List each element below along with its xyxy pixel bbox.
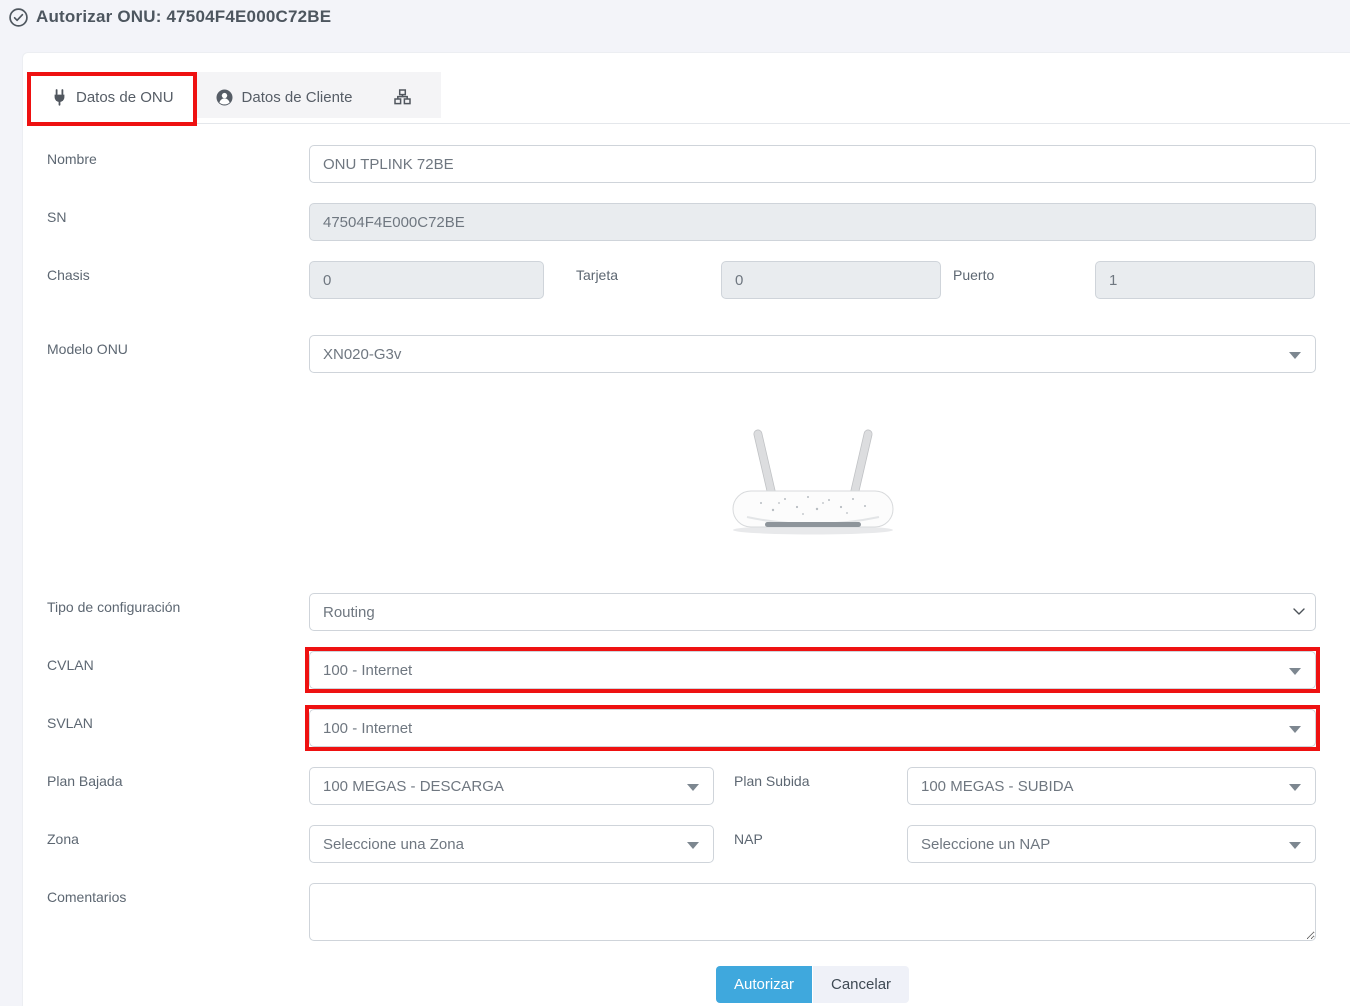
modelo-onu-dropdown[interactable]: XN020-G3v: [309, 335, 1316, 373]
zona-value: Seleccione una Zona: [323, 836, 464, 853]
tarjeta-input: [721, 261, 941, 299]
plan-subida-dropdown[interactable]: 100 MEGAS - SUBIDA: [907, 767, 1316, 805]
caret-down-icon: [1289, 352, 1301, 359]
comentarios-label: Comentarios: [47, 883, 309, 905]
modelo-onu-row: Modelo ONU XN020-G3v: [47, 335, 1316, 373]
plan-subida-value: 100 MEGAS - SUBIDA: [921, 778, 1074, 795]
caret-down-icon: [687, 784, 699, 791]
tab-bar: Datos de ONU Datos de Cliente Crea: [31, 72, 1350, 124]
chasis-input: [309, 261, 544, 299]
puerto-input: [1095, 261, 1315, 299]
tab-datos-de-onu[interactable]: Datos de ONU: [31, 72, 195, 118]
sn-input: [309, 203, 1316, 241]
modelo-onu-label: Modelo ONU: [47, 335, 309, 357]
cvlan-dropdown[interactable]: 100 - Internet: [309, 651, 1316, 689]
zona-nap-row: Zona Seleccione una Zona NAP Seleccione …: [47, 825, 1316, 863]
nap-dropdown[interactable]: Seleccione un NAP: [907, 825, 1316, 863]
tipo-configuracion-select[interactable]: Routing: [309, 593, 1316, 631]
cvlan-label: CVLAN: [47, 651, 309, 673]
modelo-onu-value: XN020-G3v: [323, 346, 401, 363]
tipo-configuracion-value: Routing: [323, 604, 375, 621]
caret-down-icon: [687, 842, 699, 849]
chevron-down-icon: [1293, 608, 1305, 616]
cvlan-row: CVLAN 100 - Internet: [47, 651, 1316, 689]
device-image-row: [309, 427, 1316, 542]
plan-bajada-label: Plan Bajada: [47, 767, 309, 789]
tab-datos-de-cliente[interactable]: Datos de Cliente: [195, 72, 374, 118]
sitemap-icon: [394, 89, 411, 105]
form-actions: Autorizar Cancelar: [309, 966, 1316, 1003]
plan-subida-label: Plan Subida: [734, 767, 907, 789]
check-circle-icon: [8, 7, 29, 28]
plan-bajada-dropdown[interactable]: 100 MEGAS - DESCARGA: [309, 767, 714, 805]
nombre-row: Nombre: [47, 145, 1316, 183]
content-card: Datos de ONU Datos de Cliente Crea: [22, 52, 1350, 1006]
cancelar-button[interactable]: Cancelar: [813, 966, 909, 1003]
plug-icon: [52, 89, 67, 106]
onu-router-image: [703, 427, 923, 542]
plan-bajada-value: 100 MEGAS - DESCARGA: [323, 778, 504, 795]
tab-label: Datos de Cliente: [242, 89, 353, 106]
tarjeta-label: Tarjeta: [576, 261, 721, 283]
svlan-label: SVLAN: [47, 709, 309, 731]
caret-down-icon: [1289, 726, 1301, 733]
tipo-configuracion-label: Tipo de configuración: [47, 593, 309, 615]
nap-label: NAP: [734, 825, 907, 847]
caret-down-icon: [1289, 842, 1301, 849]
chasis-label: Chasis: [47, 261, 309, 283]
plan-row: Plan Bajada 100 MEGAS - DESCARGA Plan Su…: [47, 767, 1316, 805]
tab-crear-wan-ip[interactable]: Crear Wan IP: [373, 72, 441, 118]
page-title: Autorizar ONU: 47504F4E000C72BE: [36, 7, 331, 27]
svlan-row: SVLAN 100 - Internet: [47, 709, 1316, 747]
tipo-configuracion-row: Tipo de configuración Routing: [47, 593, 1316, 631]
sn-row: SN: [47, 203, 1316, 241]
puerto-label: Puerto: [953, 261, 1095, 283]
zona-label: Zona: [47, 825, 309, 847]
nap-value: Seleccione un NAP: [921, 836, 1050, 853]
cvlan-value: 100 - Internet: [323, 662, 412, 679]
sn-label: SN: [47, 203, 309, 225]
page-header: Autorizar ONU: 47504F4E000C72BE: [0, 0, 1350, 34]
chasis-row: Chasis Tarjeta Puerto: [47, 261, 1316, 299]
zona-dropdown[interactable]: Seleccione una Zona: [309, 825, 714, 863]
comentarios-row: Comentarios: [47, 883, 1316, 941]
onu-form: Nombre SN Chasis Tarjeta Puerto: [23, 145, 1350, 1003]
person-circle-icon: [216, 89, 233, 106]
nombre-label: Nombre: [47, 145, 309, 167]
tab-label: Datos de ONU: [76, 89, 174, 106]
nombre-input[interactable]: [309, 145, 1316, 183]
svlan-dropdown[interactable]: 100 - Internet: [309, 709, 1316, 747]
comentarios-textarea[interactable]: [309, 883, 1316, 941]
caret-down-icon: [1289, 668, 1301, 675]
autorizar-button[interactable]: Autorizar: [716, 966, 812, 1003]
svlan-value: 100 - Internet: [323, 720, 412, 737]
caret-down-icon: [1289, 784, 1301, 791]
